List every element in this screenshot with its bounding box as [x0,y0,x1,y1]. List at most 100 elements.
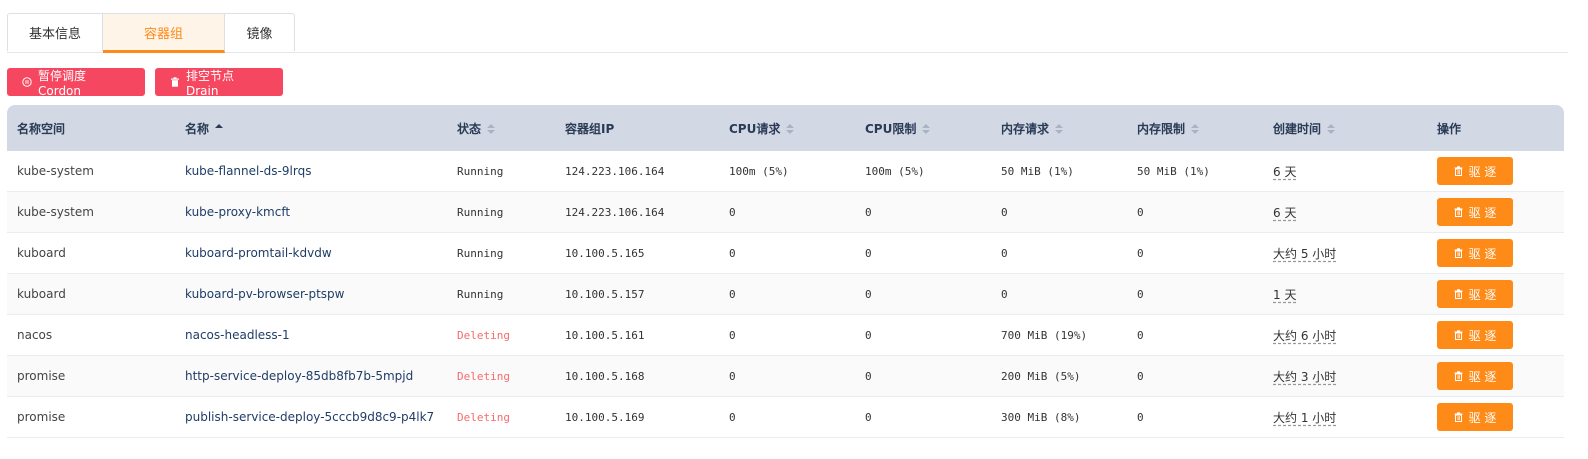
created-time[interactable]: 大约 5 小时 [1273,247,1336,261]
pod-name-cell[interactable]: http-service-deploy-85db8fb7b-5mpjd [175,369,447,383]
created-cell: 6 天 [1263,204,1427,221]
header-name[interactable]: 名称 [175,120,447,137]
trash-icon [1454,330,1463,340]
pod-name-cell[interactable]: kuboard-pv-browser-ptspw [175,287,447,301]
namespace-cell: kube-system [17,205,94,219]
header-memory-request[interactable]: 内存请求 [991,120,1127,137]
memory-request-cell: 0 [1001,287,1008,301]
cpu-request-cell: 0 [729,287,736,301]
memory-request-cell: 50 MiB (1%) [1001,164,1074,178]
tab-pods[interactable]: 容器组 [103,13,225,53]
evict-button[interactable]: 驱 逐 [1437,280,1513,308]
pod-ip-cell: 10.100.5.165 [565,246,645,260]
sort-icon[interactable] [487,124,496,134]
sort-icon[interactable] [215,124,224,134]
actions-cell: 驱 逐 [1427,157,1564,185]
header-created[interactable]: 创建时间 [1263,120,1427,137]
actions-cell: 驱 逐 [1427,403,1564,431]
trash-icon [170,77,180,87]
evict-button[interactable]: 驱 逐 [1437,157,1513,185]
cpu-limit-cell: 0 [865,328,872,342]
sort-icon[interactable] [922,124,931,134]
table-row: kuboard kuboard-promtail-kdvdw Running 10.1… [7,233,1564,274]
memory-limit-cell: 0 [1137,287,1144,301]
pod-ip-cell: 10.100.5.169 [565,410,645,424]
sort-icon[interactable] [1055,124,1064,134]
header-status[interactable]: 状态 [447,120,555,137]
namespace-cell: kube-system [17,164,94,178]
evict-label: 驱 逐 [1468,410,1497,425]
cpu-request-cell: 0 [729,369,736,383]
header-label: CPU限制 [865,121,917,136]
header-cpu-request[interactable]: CPU请求 [719,120,855,137]
header-cpu-limit[interactable]: CPU限制 [855,120,991,137]
pod-name-cell[interactable]: nacos-headless-1 [175,328,447,342]
pod-name-cell[interactable]: publish-service-deploy-5cccb9d8c9-p4lk7 [175,410,447,424]
header-label: 内存请求 [1001,121,1050,136]
header-label: 名称空间 [17,121,66,136]
evict-label: 驱 逐 [1468,287,1497,302]
pod-name-cell[interactable]: kuboard-promtail-kdvdw [175,246,447,260]
tab-basic-info[interactable]: 基本信息 [7,13,103,51]
trash-icon [1454,289,1463,299]
memory-limit-cell: 0 [1137,205,1144,219]
pod-ip-cell: 10.100.5.168 [565,369,645,383]
evict-button[interactable]: 驱 逐 [1437,239,1513,267]
drain-button[interactable]: 排空节点 Drain [155,68,283,98]
sort-icon[interactable] [786,124,795,134]
table-row: promise http-service-deploy-85db8fb7b-5mp… [7,356,1564,397]
sort-icon[interactable] [1327,124,1336,134]
header-label: 创建时间 [1273,121,1322,136]
cpu-request-cell: 100m (5%) [729,164,789,178]
sort-icon[interactable] [1191,124,1200,134]
actions-cell: 驱 逐 [1427,321,1564,349]
table-row: kuboard kuboard-pv-browser-ptspw Running 10… [7,274,1564,315]
header-memory-limit[interactable]: 内存限制 [1127,120,1263,137]
created-time[interactable]: 1 天 [1273,288,1296,302]
evict-label: 驱 逐 [1468,246,1497,261]
created-time[interactable]: 大约 1 小时 [1273,411,1336,425]
trash-icon [1454,248,1463,258]
memory-limit-cell: 0 [1137,369,1144,383]
created-cell: 大约 1 小时 [1263,409,1427,426]
created-cell: 大约 5 小时 [1263,245,1427,262]
status-cell: Running [457,205,504,219]
memory-request-cell: 0 [1001,205,1008,219]
table-row: promise publish-service-deploy-5cccb9d8c9… [7,397,1564,438]
header-pod-ip: 容器组IP [555,120,719,137]
tab-images[interactable]: 镜像 [225,13,295,51]
evict-button[interactable]: 驱 逐 [1437,198,1513,226]
pod-ip-cell: 10.100.5.157 [565,287,645,301]
pause-circle-icon [22,77,32,87]
created-time[interactable]: 大约 3 小时 [1273,370,1336,384]
table-header: 名称空间 名称 状态 容器组IP CPU请求 CPU限制 内存请求 内存限制 创… [7,105,1564,151]
memory-request-cell: 0 [1001,246,1008,260]
pod-name-cell[interactable]: kube-proxy-kmcft [175,205,447,219]
actions-cell: 驱 逐 [1427,198,1564,226]
evict-label: 驱 逐 [1468,328,1497,343]
actions-cell: 驱 逐 [1427,239,1564,267]
pods-table: 名称空间 名称 状态 容器组IP CPU请求 CPU限制 内存请求 内存限制 创… [7,105,1564,438]
evict-label: 驱 逐 [1468,164,1497,179]
evict-button[interactable]: 驱 逐 [1437,362,1513,390]
memory-limit-cell: 50 MiB (1%) [1137,164,1210,178]
cpu-limit-cell: 0 [865,369,872,383]
status-cell: Running [457,287,504,301]
evict-button[interactable]: 驱 逐 [1437,403,1513,431]
created-time[interactable]: 6 天 [1273,206,1296,220]
cpu-request-cell: 0 [729,328,736,342]
trash-icon [1454,166,1463,176]
cordon-button[interactable]: 暂停调度 Cordon [7,68,145,98]
created-time[interactable]: 大约 6 小时 [1273,329,1336,343]
pod-ip-cell: 10.100.5.161 [565,328,645,342]
namespace-cell: promise [17,410,66,424]
created-time[interactable]: 6 天 [1273,165,1296,179]
header-label: 操作 [1437,121,1462,136]
cpu-limit-cell: 100m (5%) [865,164,925,178]
cpu-limit-cell: 0 [865,410,872,424]
pod-name-cell[interactable]: kube-flannel-ds-9lrqs [175,164,447,178]
header-label: CPU请求 [729,121,781,136]
evict-button[interactable]: 驱 逐 [1437,321,1513,349]
table-row: kube-system kube-flannel-ds-9lrqs Running 1… [7,151,1564,192]
memory-request-cell: 200 MiB (5%) [1001,369,1081,383]
